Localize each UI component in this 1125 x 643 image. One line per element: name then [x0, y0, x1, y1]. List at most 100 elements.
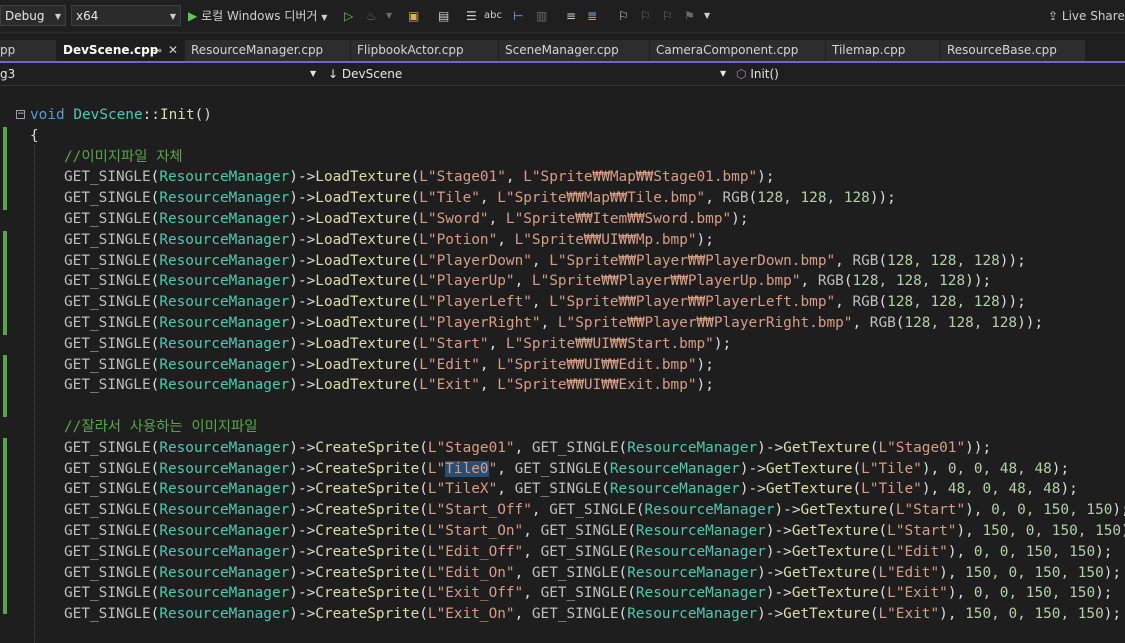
code-token: ): [956, 523, 966, 539]
code-function: CreateSprite: [315, 481, 420, 498]
code-macro: GET_SINGLE: [64, 377, 151, 394]
code-macro: GET_SINGLE: [549, 502, 636, 519]
uncomment-icon[interactable]: ≣: [587, 7, 597, 25]
code-token: (: [410, 190, 420, 207]
code-class: ResourceManager: [159, 252, 290, 269]
code-token: ,: [514, 439, 532, 456]
code-token: )->: [289, 543, 316, 560]
collapse-icon[interactable]: −: [16, 110, 25, 119]
share-icon: ⇪: [1048, 9, 1059, 23]
create-sprite-line: GET_SINGLE(ResourceManager)->CreateSprit…: [64, 563, 1121, 584]
start-without-debugging-button[interactable]: ▷: [344, 7, 353, 25]
code-string: L"Stage01": [419, 169, 506, 186]
code-token: )->: [289, 273, 316, 290]
code-token: );: [696, 356, 714, 373]
code-macro: GET_SINGLE: [64, 502, 151, 519]
code-token: )->: [289, 231, 316, 248]
tab-resourcemanager[interactable]: ResourceManager.cpp: [185, 40, 351, 61]
code-token: (: [627, 585, 636, 602]
tab-scenemanager[interactable]: SceneManager.cpp: [499, 40, 650, 61]
code-number: 128, 128, 128: [887, 294, 1000, 311]
tab-tilemap[interactable]: Tilemap.cpp: [826, 40, 941, 61]
code-comment: //잘라서 사용하는 이미지파일: [64, 419, 258, 435]
code-token: (: [150, 502, 160, 519]
comment-icon[interactable]: ≡: [566, 7, 576, 25]
pin-icon[interactable]: ⊸: [153, 40, 162, 61]
code-token: ,: [497, 231, 515, 248]
code-function: GetTexture: [783, 439, 870, 456]
comment-line: //이미지파일 자체: [64, 147, 183, 168]
prev-bookmark-icon[interactable]: ⚐: [640, 7, 651, 25]
code-token: ,: [531, 294, 550, 311]
code-token: (: [419, 543, 428, 560]
code-token: (: [150, 211, 160, 227]
close-icon[interactable]: ✕: [168, 40, 178, 61]
solution-explorer-icon[interactable]: ▣: [408, 7, 419, 25]
chevron-down-icon[interactable]: ▼: [704, 7, 710, 25]
project-dropdown[interactable]: g3 ▼: [0, 65, 320, 83]
next-bookmark-icon[interactable]: ⚐: [662, 7, 673, 25]
load-texture-line: GET_SINGLE(ResourceManager)->LoadTexture…: [64, 292, 1026, 313]
code-token: ,: [835, 294, 853, 311]
tab-label: CameraComponent.cpp: [656, 43, 799, 57]
code-string: L"Sprite₩₩UI₩₩Start.bmp": [505, 335, 714, 352]
code-string: TileX": [445, 481, 498, 498]
code-token: ,: [540, 315, 558, 331]
configuration-select[interactable]: Debug ▼: [0, 5, 66, 26]
tab-devscene[interactable]: DevScene.cpp ⊸ ✕: [57, 40, 185, 61]
bookmark-icon[interactable]: ⚐: [618, 7, 629, 25]
tab-cameracomponent[interactable]: CameraComponent.cpp: [650, 40, 826, 61]
scope-dropdown[interactable]: ↓ DevScene ▼: [328, 65, 728, 83]
code-macro: GET_SINGLE: [64, 564, 151, 581]
change-indicator: [3, 438, 7, 614]
start-debugging-button[interactable]: ▶ 로컬 Windows 디버거 ▼: [188, 7, 327, 27]
code-string: L"Sprite₩₩UI₩₩Exit.bmp": [497, 377, 697, 394]
platform-select[interactable]: x64 ▼: [71, 5, 181, 26]
code-macro: RGB: [852, 294, 879, 311]
code-class: ResourceManager: [159, 564, 290, 581]
hot-reload-icon[interactable]: ♨: [366, 7, 377, 25]
chevron-down-icon: ▼: [54, 12, 61, 21]
code-macro: GET_SINGLE: [531, 439, 619, 456]
member-dropdown[interactable]: ⬡ Init(): [736, 65, 1116, 83]
clear-bookmarks-icon[interactable]: ⚑: [684, 7, 695, 25]
tab-flipbookactor[interactable]: FlipbookActor.cpp: [351, 40, 499, 61]
code-function: GetTexture: [783, 606, 870, 623]
code-editor[interactable]: − void DevScene::Init(){//이미지파일 자체 GET_SI…: [0, 86, 1125, 643]
format-icon[interactable]: ☰: [466, 7, 477, 25]
code-token: ,: [531, 252, 550, 269]
code-token: (: [150, 190, 160, 207]
code-macro: GET_SINGLE: [540, 585, 628, 602]
code-token: ): [1017, 315, 1026, 331]
code-function: CreateSprite: [315, 502, 420, 519]
tab-partial[interactable]: pp: [0, 40, 57, 61]
code-string: Start_Off": [445, 502, 532, 519]
code-token: (: [419, 523, 428, 539]
tab-resourcebase[interactable]: ResourceBase.cpp: [941, 40, 1086, 61]
code-string: L"Exit": [878, 606, 940, 623]
code-token: (: [150, 606, 160, 623]
collapse-icon[interactable]: ▥: [536, 7, 547, 25]
code-string: L": [427, 460, 446, 477]
spell-check-icon[interactable]: abc: [484, 7, 502, 25]
layout-icon[interactable]: ▤: [438, 7, 449, 25]
code-token: (: [878, 294, 888, 311]
code-macro: GET_SINGLE: [64, 356, 151, 373]
chevron-down-icon: ▼: [310, 69, 317, 78]
code-string: Stage01": [445, 439, 515, 456]
code-token: ,: [488, 335, 506, 352]
code-macro: GET_SINGLE: [64, 460, 151, 477]
code-token: (: [150, 231, 160, 248]
code-function: LoadTexture: [315, 190, 411, 207]
code-token: )->: [757, 564, 784, 581]
code-token: );: [1103, 606, 1122, 623]
live-share-button[interactable]: ⇪ Live Share: [1048, 7, 1125, 25]
code-token: )->: [757, 439, 784, 456]
code-token: (: [748, 190, 758, 207]
configuration-value: Debug: [5, 9, 45, 23]
code-class: ResourceManager: [159, 294, 290, 311]
code-string: Exit_On": [445, 606, 515, 623]
outline-icon[interactable]: ⊢: [513, 7, 523, 25]
code-token: ): [965, 502, 974, 519]
chevron-down-icon[interactable]: ▼: [386, 7, 392, 25]
